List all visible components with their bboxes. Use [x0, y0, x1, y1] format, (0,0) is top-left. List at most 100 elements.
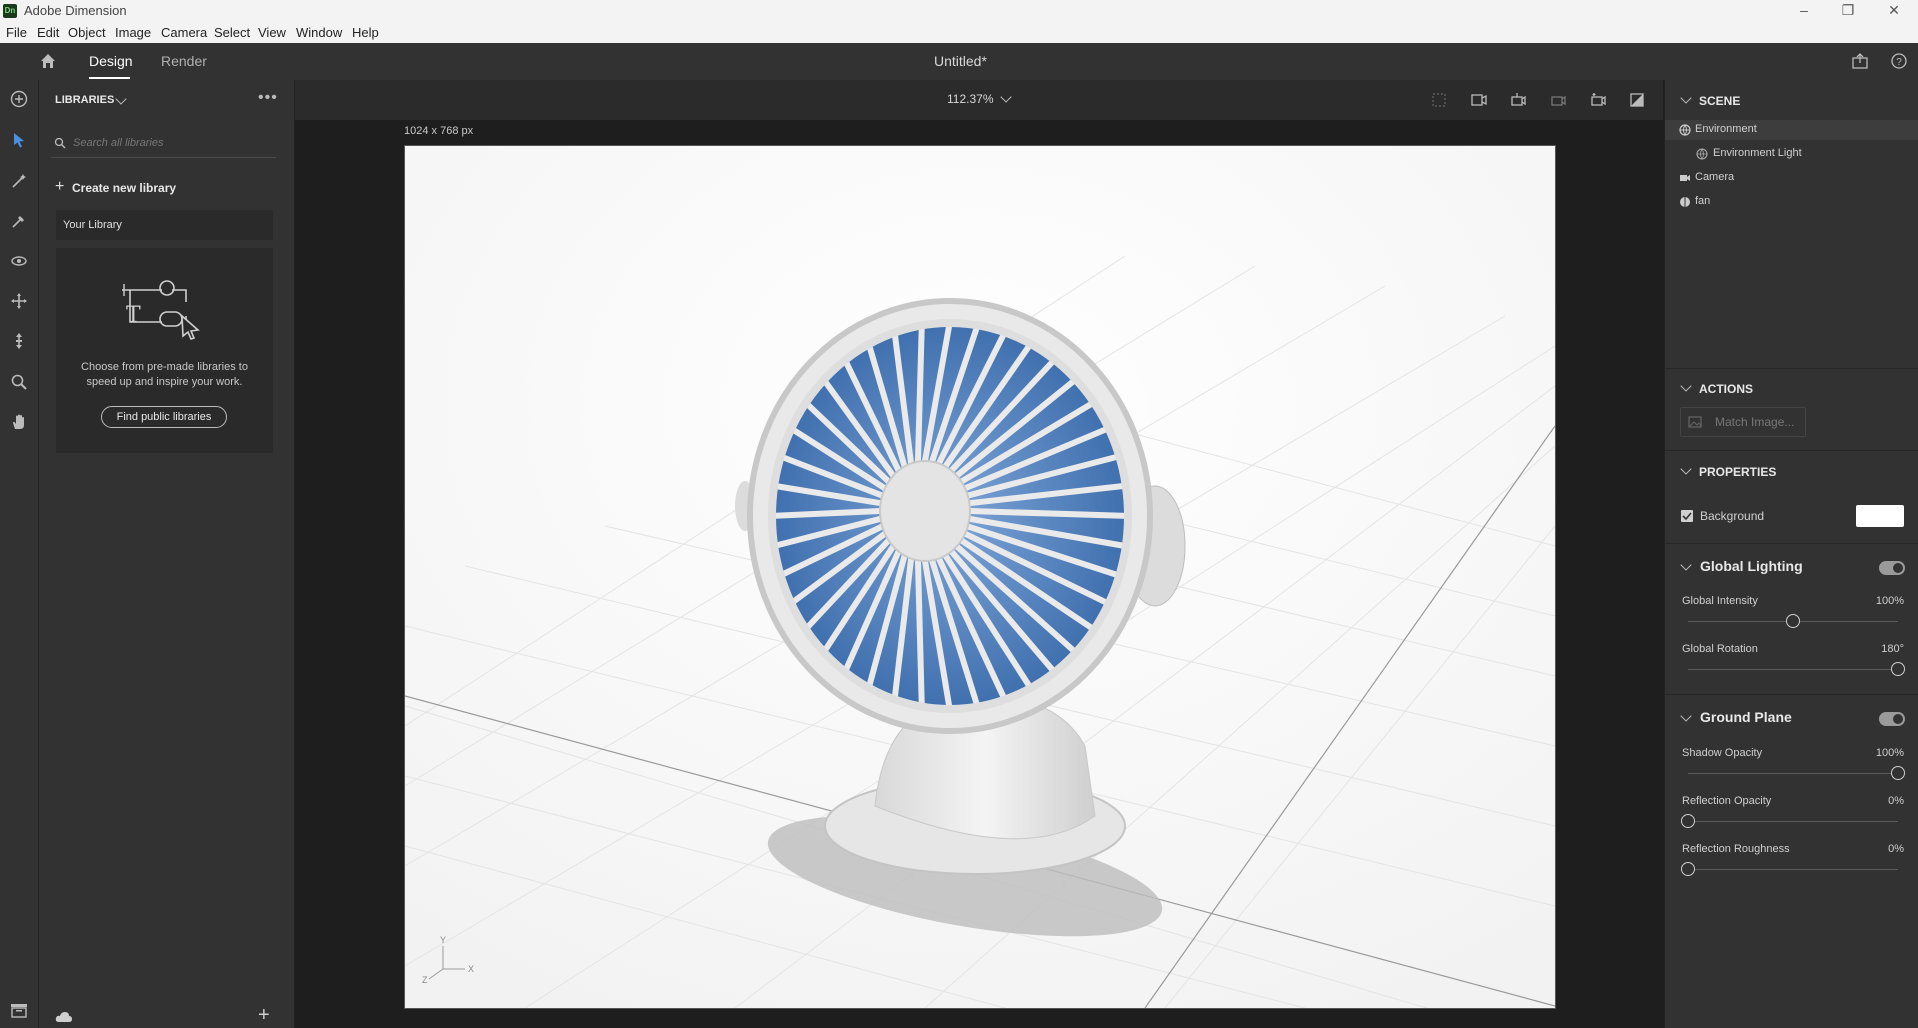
- menu-window[interactable]: Window: [296, 25, 342, 40]
- libraries-title[interactable]: LIBRARIES: [55, 94, 114, 106]
- search-placeholder: Search all libraries: [73, 137, 164, 149]
- menu-select[interactable]: Select: [214, 25, 250, 40]
- search-icon: [54, 137, 66, 149]
- slider-track[interactable]: [1688, 773, 1898, 774]
- magic-wand-icon[interactable]: [10, 172, 28, 190]
- pan-tool-icon[interactable]: [10, 292, 28, 310]
- shadow-opacity-label: Shadow Opacity: [1682, 747, 1763, 759]
- plus-icon: +: [55, 178, 65, 195]
- ground-plane-toggle[interactable]: [1879, 712, 1905, 726]
- reflection-roughness-value[interactable]: 0%: [1855, 843, 1904, 855]
- orbit-tool-icon[interactable]: [10, 252, 28, 270]
- cloud-icon[interactable]: [55, 1010, 73, 1024]
- reflection-opacity-value[interactable]: 0%: [1855, 795, 1904, 807]
- eyedropper-icon[interactable]: [10, 212, 28, 230]
- ground-plane-title: Ground Plane: [1700, 709, 1792, 725]
- menu-camera[interactable]: Camera: [161, 25, 207, 40]
- scene-title: SCENE: [1699, 94, 1741, 108]
- scene-item-environment-light[interactable]: Environment Light: [1665, 144, 1918, 164]
- minimize-icon[interactable]: –: [1782, 0, 1826, 22]
- shadow-opacity-value[interactable]: 100%: [1855, 747, 1904, 759]
- menu-object[interactable]: Object: [68, 25, 106, 40]
- select-tool-icon[interactable]: [11, 131, 27, 149]
- home-icon[interactable]: [39, 52, 57, 70]
- more-options-icon[interactable]: •••: [258, 89, 278, 107]
- scene-item-fan[interactable]: fan: [1665, 192, 1918, 212]
- dolly-tool-icon[interactable]: [10, 332, 28, 350]
- scene-collapse-icon[interactable]: [1680, 92, 1692, 104]
- fan-spoke: [914, 323, 925, 462]
- ground-plane-collapse-icon[interactable]: [1680, 710, 1692, 722]
- menu-edit[interactable]: Edit: [37, 25, 59, 40]
- slider-knob[interactable]: [1891, 662, 1905, 676]
- scene-render: Y X Z: [405, 146, 1555, 1008]
- actions-collapse-icon[interactable]: [1680, 380, 1692, 392]
- background-checkbox[interactable]: [1681, 510, 1693, 522]
- share-icon[interactable]: [1851, 52, 1869, 70]
- menu-bar: File Edit Object Image Camera Select Vie…: [0, 22, 1918, 44]
- zoom-dropdown-icon[interactable]: [1000, 91, 1012, 103]
- tool-bar: [0, 80, 39, 1028]
- svg-text:T: T: [126, 303, 141, 328]
- menu-view[interactable]: View: [258, 25, 286, 40]
- frame-camera-icon[interactable]: [1470, 92, 1488, 108]
- app-logo-icon: Dn: [3, 4, 17, 18]
- app-header: Design Render Untitled* ?: [0, 43, 1918, 81]
- properties-title: PROPERTIES: [1699, 465, 1777, 479]
- your-library-item[interactable]: Your Library: [56, 210, 273, 240]
- scene-item-environment[interactable]: Environment: [1665, 120, 1918, 140]
- help-icon[interactable]: ?: [1890, 52, 1908, 70]
- background-color-swatch[interactable]: [1856, 505, 1904, 527]
- zoom-tool-icon[interactable]: [10, 373, 28, 391]
- hand-tool-icon[interactable]: [10, 413, 28, 431]
- slider-knob[interactable]: [1891, 766, 1905, 780]
- libraries-dropdown-icon[interactable]: [115, 93, 127, 105]
- close-icon[interactable]: ✕: [1872, 0, 1916, 22]
- slider-knob[interactable]: [1786, 614, 1800, 628]
- slider-knob[interactable]: [1681, 862, 1695, 876]
- background-label: Background: [1700, 509, 1765, 523]
- camera-bookmark-icon[interactable]: [1509, 92, 1527, 108]
- menu-help[interactable]: Help: [352, 25, 379, 40]
- add-library-icon[interactable]: +: [258, 1004, 270, 1027]
- checkmark-icon: [1682, 512, 1692, 521]
- tab-design[interactable]: Design: [89, 53, 133, 69]
- menu-image[interactable]: Image: [115, 25, 151, 40]
- global-lighting-toggle[interactable]: [1879, 561, 1905, 575]
- your-library-label: Your Library: [63, 219, 122, 231]
- canvas-size-label: 1024 x 768 px: [404, 125, 474, 137]
- document-title: Untitled*: [934, 53, 987, 69]
- add-content-icon[interactable]: [10, 90, 28, 108]
- menu-file[interactable]: File: [6, 25, 27, 40]
- match-image-button[interactable]: Match Image...: [1680, 407, 1806, 437]
- 3d-viewport[interactable]: Y X Z: [404, 145, 1556, 1009]
- slider-knob[interactable]: [1681, 814, 1695, 828]
- library-search-field[interactable]: Search all libraries: [51, 130, 276, 158]
- match-image-label: Match Image...: [1715, 415, 1795, 429]
- assets-panel-icon[interactable]: [10, 1002, 28, 1018]
- slider-track[interactable]: [1688, 669, 1898, 670]
- restore-icon[interactable]: ❐: [1826, 0, 1870, 22]
- canvas-top-bar: 112.37%: [295, 80, 1663, 120]
- global-lighting-collapse-icon[interactable]: [1680, 559, 1692, 571]
- global-intensity-label: Global Intensity: [1682, 595, 1758, 607]
- create-library-label: Create new library: [72, 181, 177, 195]
- slider-track[interactable]: [1688, 869, 1898, 870]
- properties-collapse-icon[interactable]: [1680, 463, 1692, 475]
- libraries-illustration-icon: T: [122, 280, 200, 340]
- global-rotation-value[interactable]: 180°: [1855, 643, 1904, 655]
- fan-spoke: [914, 560, 925, 709]
- find-public-libraries-button[interactable]: Find public libraries: [101, 406, 227, 428]
- global-intensity-value[interactable]: 100%: [1855, 595, 1904, 607]
- properties-divider: [1665, 450, 1918, 453]
- tab-render[interactable]: Render: [161, 53, 207, 69]
- render-preview-icon[interactable]: [1629, 92, 1645, 108]
- add-camera-icon[interactable]: [1589, 92, 1607, 108]
- scene-item-label: Environment: [1695, 123, 1757, 135]
- slider-track[interactable]: [1688, 821, 1898, 822]
- frame-select-icon[interactable]: [1431, 92, 1447, 108]
- zoom-level[interactable]: 112.37%: [947, 92, 993, 106]
- scene-item-camera[interactable]: Camera: [1665, 168, 1918, 188]
- camera-history-icon[interactable]: [1549, 92, 1567, 108]
- reflection-roughness-label: Reflection Roughness: [1682, 843, 1790, 855]
